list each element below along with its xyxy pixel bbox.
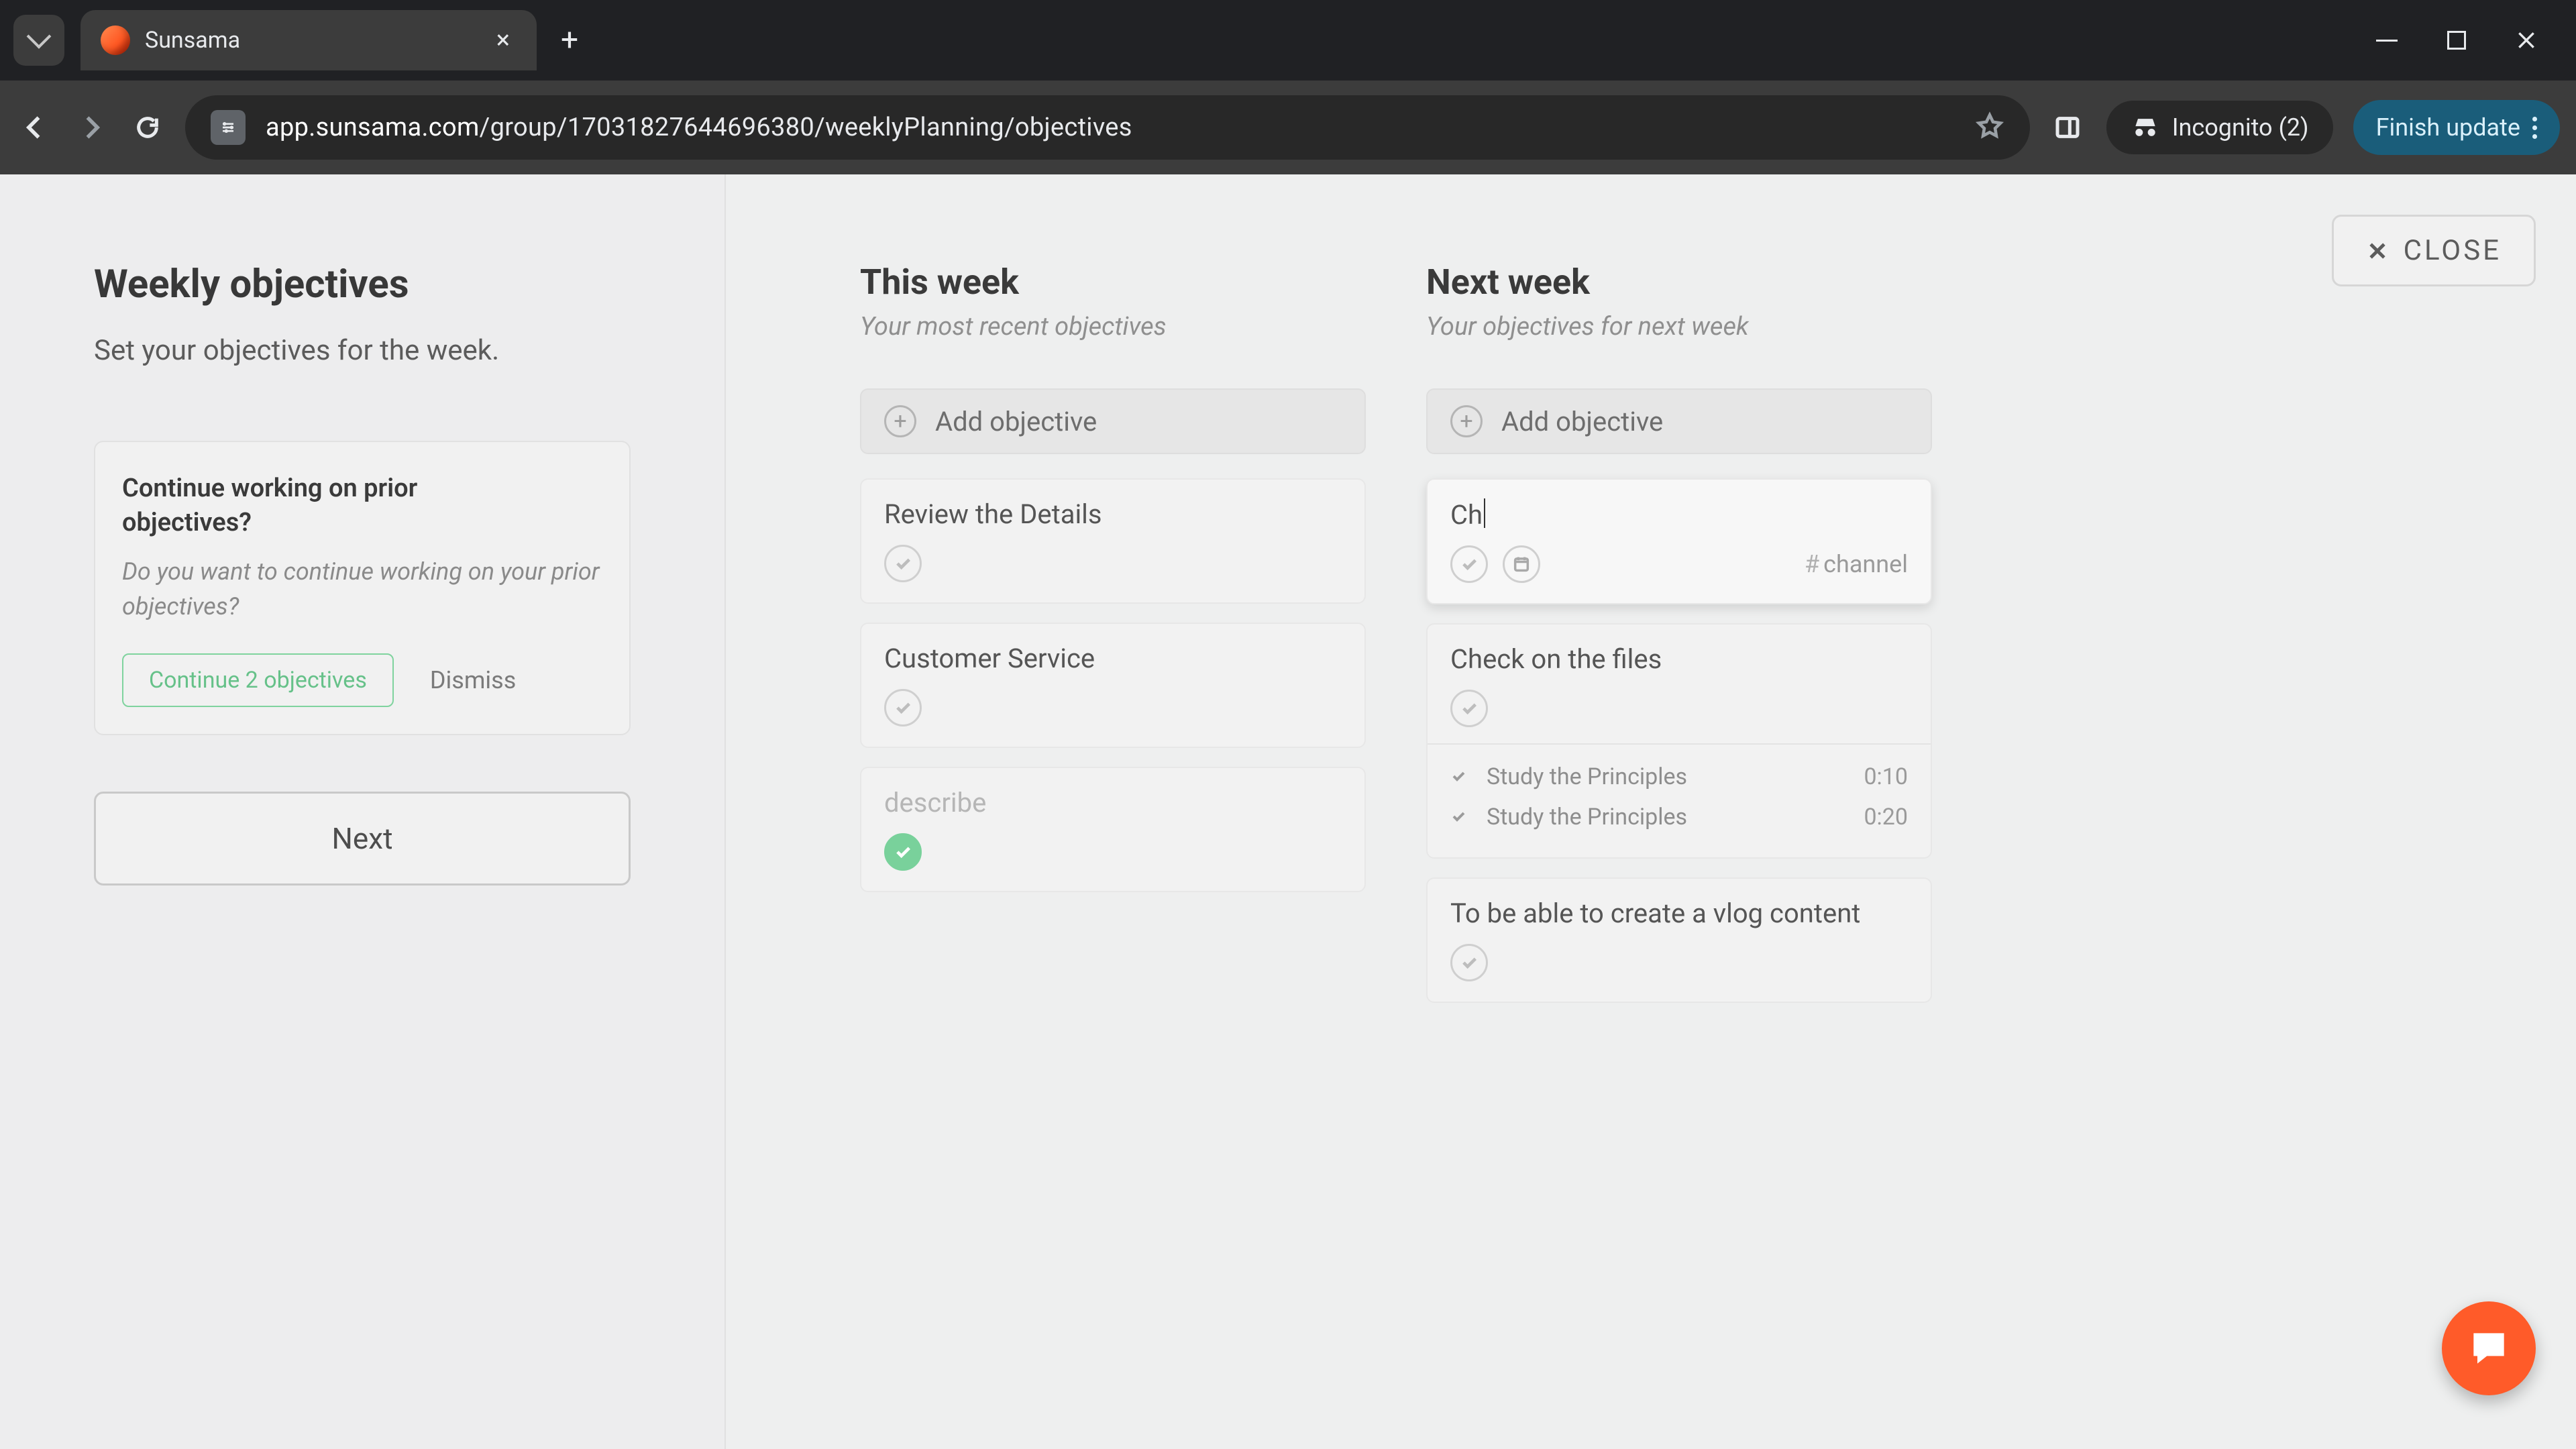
objective-complete-toggle[interactable] — [1450, 545, 1488, 583]
sunsama-favicon — [101, 25, 130, 55]
check-icon — [894, 698, 912, 717]
hash-icon: # — [1805, 550, 1819, 578]
subtask-row[interactable]: Study the Principles 0:10 — [1450, 757, 1908, 797]
objective-channel[interactable]: #channel — [1805, 550, 1908, 578]
objective-card[interactable]: Review the Details — [860, 478, 1366, 604]
tab-title: Sunsama — [145, 27, 482, 54]
this-week-subtitle: Your most recent objectives — [860, 312, 1366, 341]
side-panel-icon[interactable] — [2049, 109, 2086, 146]
add-objective-label: Add objective — [935, 406, 1097, 437]
continue-prompt-question: Continue working on prior objectives? — [122, 472, 498, 541]
subtask-title: Study the Principles — [1487, 804, 1687, 830]
plus-icon: + — [1450, 405, 1483, 437]
subtask-duration: 0:20 — [1864, 804, 1908, 830]
text-caret — [1484, 498, 1485, 528]
add-objective-this-week[interactable]: + Add objective — [860, 388, 1366, 454]
tab-search-button[interactable] — [13, 15, 64, 66]
continue-objectives-button[interactable]: Continue 2 objectives — [122, 653, 394, 707]
this-week-column: This week Your most recent objectives + … — [860, 262, 1366, 1022]
objective-complete-toggle[interactable] — [884, 545, 922, 582]
finish-update-label: Finish update — [2376, 113, 2520, 142]
plus-icon: + — [884, 405, 916, 437]
window-controls — [2373, 27, 2576, 54]
objective-card[interactable]: Check on the files Study the Principles … — [1426, 623, 1932, 859]
nav-reload-button[interactable] — [129, 109, 166, 146]
objective-date-button[interactable] — [1503, 545, 1540, 583]
subtask-row[interactable]: Study the Principles 0:20 — [1450, 797, 1908, 837]
chevron-down-icon — [27, 24, 52, 49]
next-week-title: Next week — [1426, 262, 1932, 303]
objective-card[interactable]: describe — [860, 767, 1366, 892]
add-objective-label: Add objective — [1501, 406, 1663, 437]
new-tab-button[interactable]: + — [561, 25, 578, 56]
subtask-check-icon — [1450, 804, 1470, 830]
window-maximize-button[interactable] — [2443, 27, 2470, 54]
site-settings-icon[interactable] — [211, 110, 246, 145]
check-icon — [1460, 953, 1479, 972]
calendar-icon — [1512, 555, 1531, 574]
objective-card-editing[interactable]: Ch #channel — [1426, 478, 1932, 604]
sidebar-title: Weekly objectives — [94, 262, 631, 307]
incognito-icon — [2131, 113, 2160, 142]
objective-card[interactable]: To be able to create a vlog content — [1426, 877, 1932, 1003]
objective-title-input[interactable]: Ch — [1450, 498, 1485, 531]
continue-prompt-description: Do you want to continue working on your … — [122, 554, 602, 624]
check-icon — [1460, 699, 1479, 718]
next-week-column: Next week Your objectives for next week … — [1426, 262, 1932, 1022]
objective-complete-toggle[interactable] — [884, 689, 922, 727]
subtask-duration: 0:10 — [1864, 763, 1908, 790]
next-button[interactable]: Next — [94, 792, 631, 885]
objective-title: Review the Details — [884, 498, 1342, 530]
objective-complete-toggle[interactable] — [1450, 690, 1488, 727]
check-icon — [894, 843, 912, 861]
nav-back-button[interactable] — [16, 109, 54, 146]
subtask-check-icon — [1450, 763, 1470, 790]
objective-title: Check on the files — [1450, 643, 1908, 675]
incognito-indicator[interactable]: Incognito (2) — [2106, 101, 2333, 154]
subtask-title: Study the Principles — [1487, 763, 1687, 790]
browser-tab[interactable]: Sunsama × — [80, 10, 537, 70]
next-week-subtitle: Your objectives for next week — [1426, 312, 1932, 341]
objective-title: describe — [884, 787, 1342, 818]
subtask-list: Study the Principles 0:10 Study the Prin… — [1428, 743, 1931, 837]
bookmark-star-icon[interactable] — [1975, 111, 2004, 144]
continue-prompt-card: Continue working on prior objectives? Do… — [94, 441, 631, 735]
intercom-launcher[interactable] — [2442, 1301, 2536, 1395]
objective-complete-toggle[interactable] — [1450, 944, 1488, 981]
url-text: app.sunsama.com/group/17031827644696380/… — [266, 113, 1955, 142]
browser-tab-strip: Sunsama × + — [0, 0, 2576, 80]
finish-update-button[interactable]: Finish update — [2353, 100, 2560, 155]
objective-title: Customer Service — [884, 643, 1342, 674]
sidebar: Weekly objectives Set your objectives fo… — [0, 174, 726, 1449]
browser-toolbar: app.sunsama.com/group/17031827644696380/… — [0, 80, 2576, 174]
app-surface: CLOSE Weekly objectives Set your objecti… — [0, 174, 2576, 1449]
nav-forward-button[interactable] — [72, 109, 110, 146]
incognito-label: Incognito (2) — [2172, 113, 2309, 142]
kebab-icon — [2532, 117, 2537, 139]
objective-card[interactable]: Customer Service — [860, 623, 1366, 748]
chat-icon — [2466, 1326, 2512, 1371]
main-pane: This week Your most recent objectives + … — [726, 174, 2576, 1449]
check-icon — [1460, 555, 1479, 574]
this-week-title: This week — [860, 262, 1366, 303]
dismiss-button[interactable]: Dismiss — [430, 666, 516, 694]
check-icon — [894, 554, 912, 573]
window-minimize-button[interactable] — [2373, 27, 2400, 54]
objective-complete-toggle[interactable] — [884, 833, 922, 871]
add-objective-next-week[interactable]: + Add objective — [1426, 388, 1932, 454]
address-bar[interactable]: app.sunsama.com/group/17031827644696380/… — [185, 95, 2030, 160]
objective-title: To be able to create a vlog content — [1450, 898, 1908, 929]
window-close-button[interactable] — [2513, 27, 2540, 54]
tab-close-button[interactable]: × — [496, 28, 510, 53]
sidebar-subtitle: Set your objectives for the week. — [94, 334, 631, 367]
